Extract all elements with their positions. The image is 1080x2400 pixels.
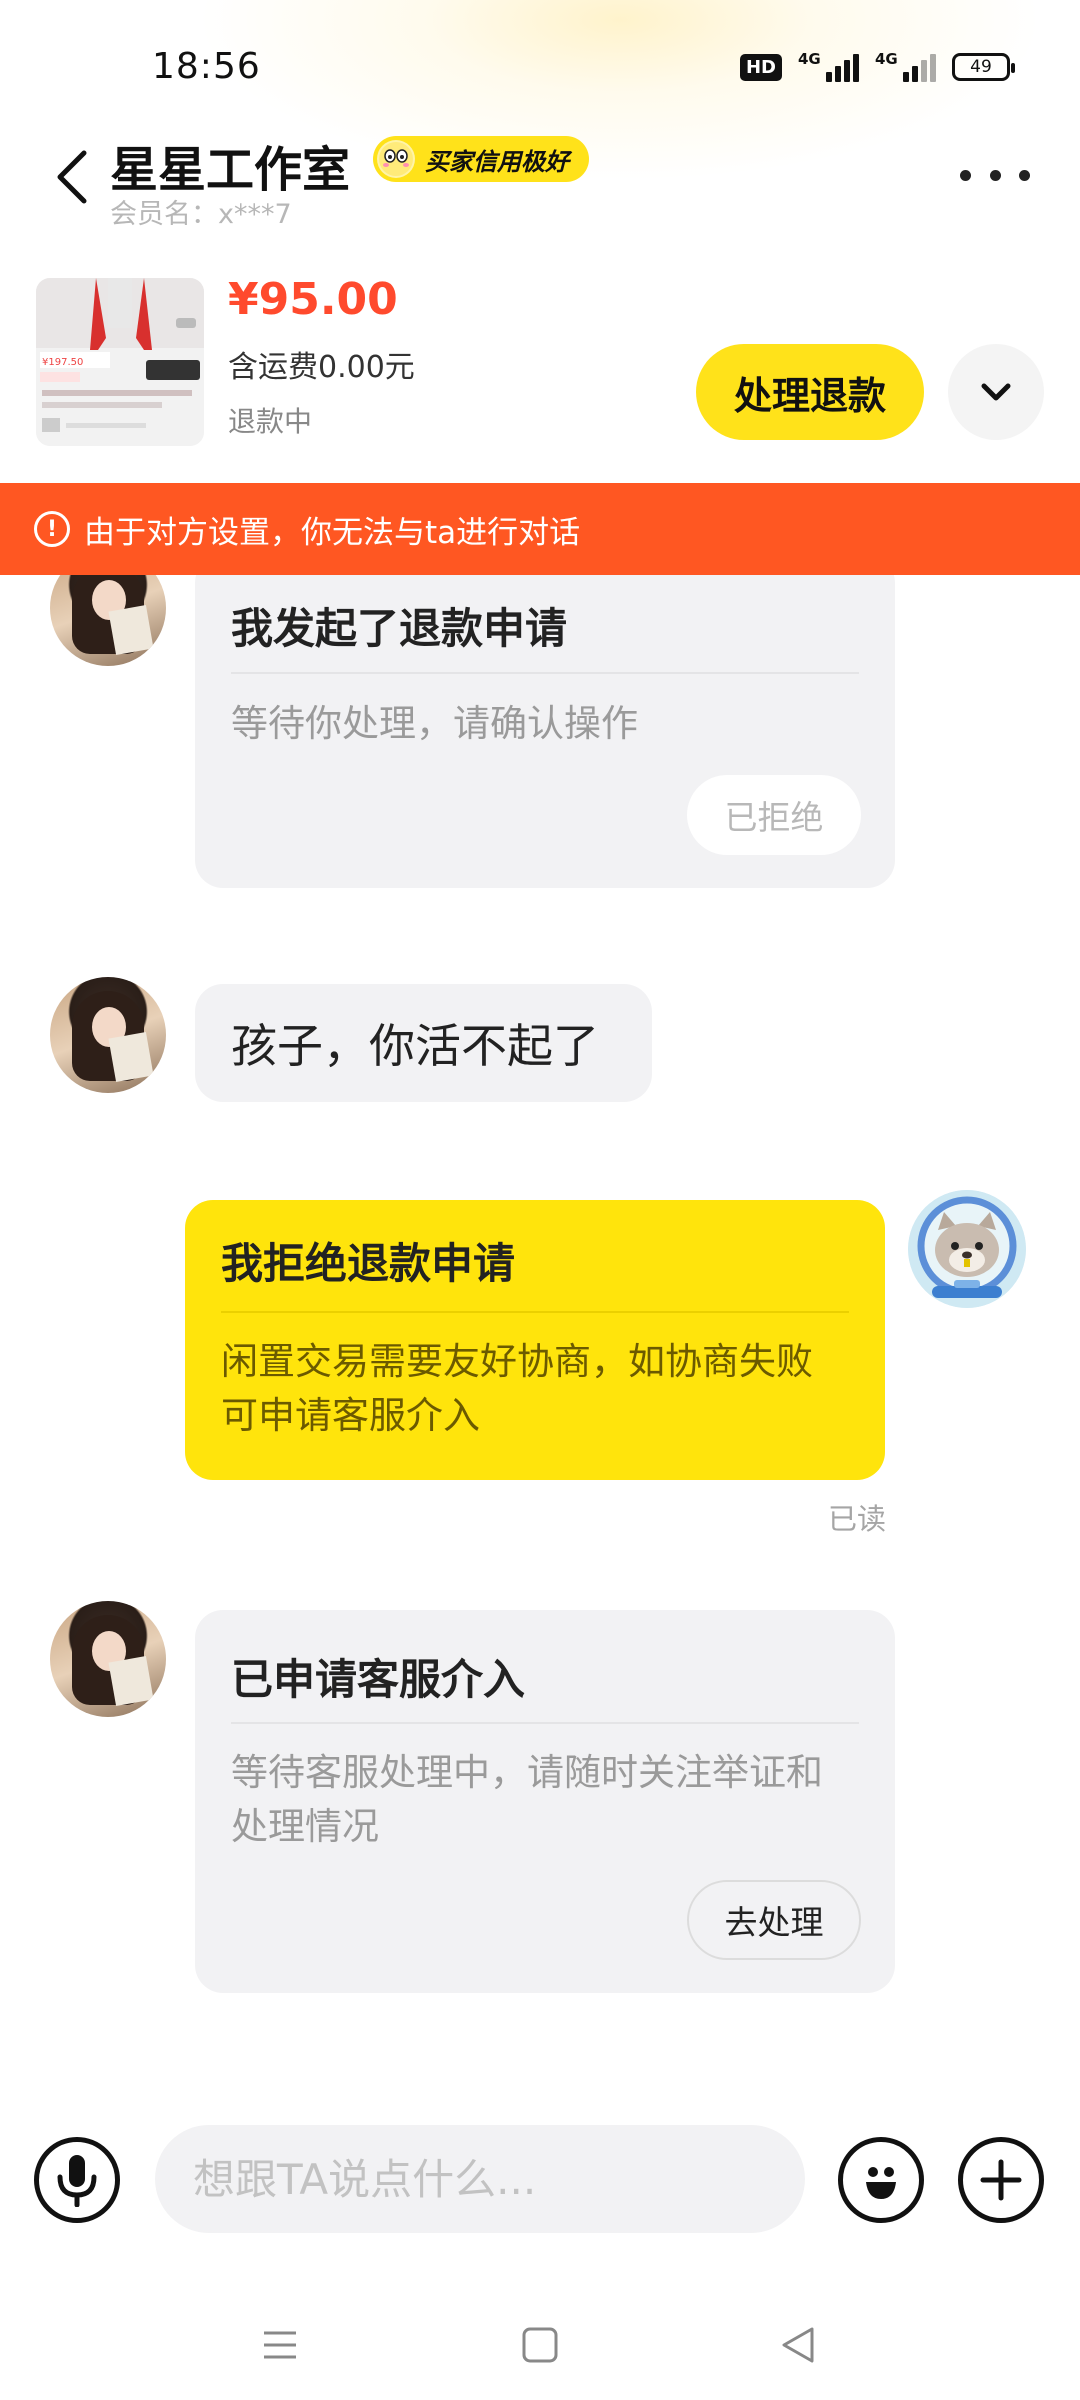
product-price: ¥95.00: [228, 274, 398, 325]
dot-icon: [989, 169, 1001, 181]
alert-icon: !: [34, 511, 70, 547]
credit-badge-label: 买家信用极好: [425, 147, 569, 176]
svg-text:¥197.50: ¥197.50: [42, 357, 83, 368]
buyer-avatar[interactable]: [50, 1601, 166, 1717]
menu-nav-button[interactable]: [245, 2310, 315, 2380]
network-type-label: 4G: [798, 50, 821, 68]
back-button[interactable]: [42, 142, 102, 212]
product-card[interactable]: ¥197.50 ¥95.00 含运费0.00元 退款中 处理退款: [0, 266, 1080, 456]
product-image: ¥197.50: [36, 278, 204, 446]
microphone-icon: [57, 2155, 97, 2207]
status-icons: HD 4G 4G 49: [739, 50, 1015, 82]
chat-header: 星星工作室 买家信用极好 会员名：x***7: [0, 130, 1080, 250]
home-nav-button[interactable]: [505, 2310, 575, 2380]
member-label: 会员名：: [110, 199, 218, 230]
card-divider: [231, 1722, 859, 1724]
input-bar: [0, 2110, 1080, 2250]
customer-service-desc: 等待客服处理中，请随时关注举证和处理情况: [231, 1751, 823, 1848]
shop-name[interactable]: 星星工作室: [110, 130, 350, 200]
refund-request-card[interactable]: 我发起了退款申请 等待你处理，请确认操作 已拒绝: [195, 555, 895, 888]
customer-service-title: 已申请客服介入: [231, 1655, 526, 1704]
more-options-button[interactable]: [960, 160, 1030, 190]
notice-bar: ! 由于对方设置，你无法与ta进行对话: [0, 483, 1080, 575]
emoji-button[interactable]: [838, 2137, 924, 2223]
expand-button[interactable]: [948, 344, 1044, 440]
chevron-down-icon: [981, 383, 1011, 401]
battery-icon: 49: [952, 53, 1015, 81]
card-divider: [231, 672, 859, 674]
product-thumbnail[interactable]: ¥197.50: [36, 278, 204, 446]
add-button[interactable]: [958, 2137, 1044, 2223]
message-input[interactable]: [155, 2125, 805, 2233]
notice-text: 由于对方设置，你无法与ta进行对话: [84, 514, 581, 551]
hd-icon: HD: [739, 53, 782, 81]
chevron-left-icon: [57, 150, 87, 204]
signal-4g-secondary-icon: 4G: [875, 50, 936, 82]
refund-request-title: 我发起了退款申请: [231, 604, 568, 653]
go-handle-button[interactable]: 去处理: [687, 1880, 861, 1960]
buyer-avatar[interactable]: [50, 977, 166, 1093]
dot-icon: [1019, 169, 1030, 181]
refund-request-desc: 等待你处理，请确认操作: [231, 702, 638, 745]
menu-icon: [264, 2331, 296, 2359]
emoji-icon: [866, 2167, 896, 2199]
status-bar: 18:56 HD 4G 4G 49: [0, 0, 1080, 130]
back-nav-button[interactable]: [763, 2310, 833, 2380]
member-id: x***7: [218, 199, 292, 230]
home-square-icon: [522, 2327, 558, 2363]
rejected-button[interactable]: 已拒绝: [687, 775, 861, 855]
signal-4g-icon: 4G: [798, 50, 859, 82]
refund-status: 退款中: [228, 405, 313, 438]
system-navigation-bar: [0, 2290, 1080, 2400]
my-avatar[interactable]: [908, 1190, 1026, 1308]
voice-button[interactable]: [34, 2137, 120, 2223]
cat-astronaut-icon: [908, 1190, 1026, 1308]
reject-refund-title: 我拒绝退款申请: [221, 1239, 516, 1288]
dot-icon: [960, 169, 971, 181]
text-message[interactable]: 孩子，你活不起了: [195, 984, 652, 1102]
process-refund-button[interactable]: 处理退款: [696, 344, 924, 440]
reject-refund-card[interactable]: 我拒绝退款申请 闲置交易需要友好协商，如协商失败可申请客服介入: [185, 1200, 885, 1480]
card-divider: [221, 1311, 849, 1313]
back-triangle-icon: [782, 2327, 814, 2363]
shipping-fee: 含运费0.00元: [228, 350, 415, 385]
network-type-label: 4G: [875, 50, 898, 68]
customer-service-card[interactable]: 已申请客服介入 等待客服处理中，请随时关注举证和处理情况 去处理: [195, 1610, 895, 1993]
smiley-face-icon: [377, 140, 415, 178]
credit-badge[interactable]: 买家信用极好: [373, 136, 589, 182]
read-status: 已读: [828, 1502, 887, 1536]
member-info: 会员名：x***7: [110, 192, 292, 231]
reject-refund-desc: 闲置交易需要友好协商，如协商失败可申请客服介入: [221, 1340, 813, 1437]
plus-icon: [980, 2159, 1022, 2201]
status-time: 18:56: [152, 46, 261, 87]
